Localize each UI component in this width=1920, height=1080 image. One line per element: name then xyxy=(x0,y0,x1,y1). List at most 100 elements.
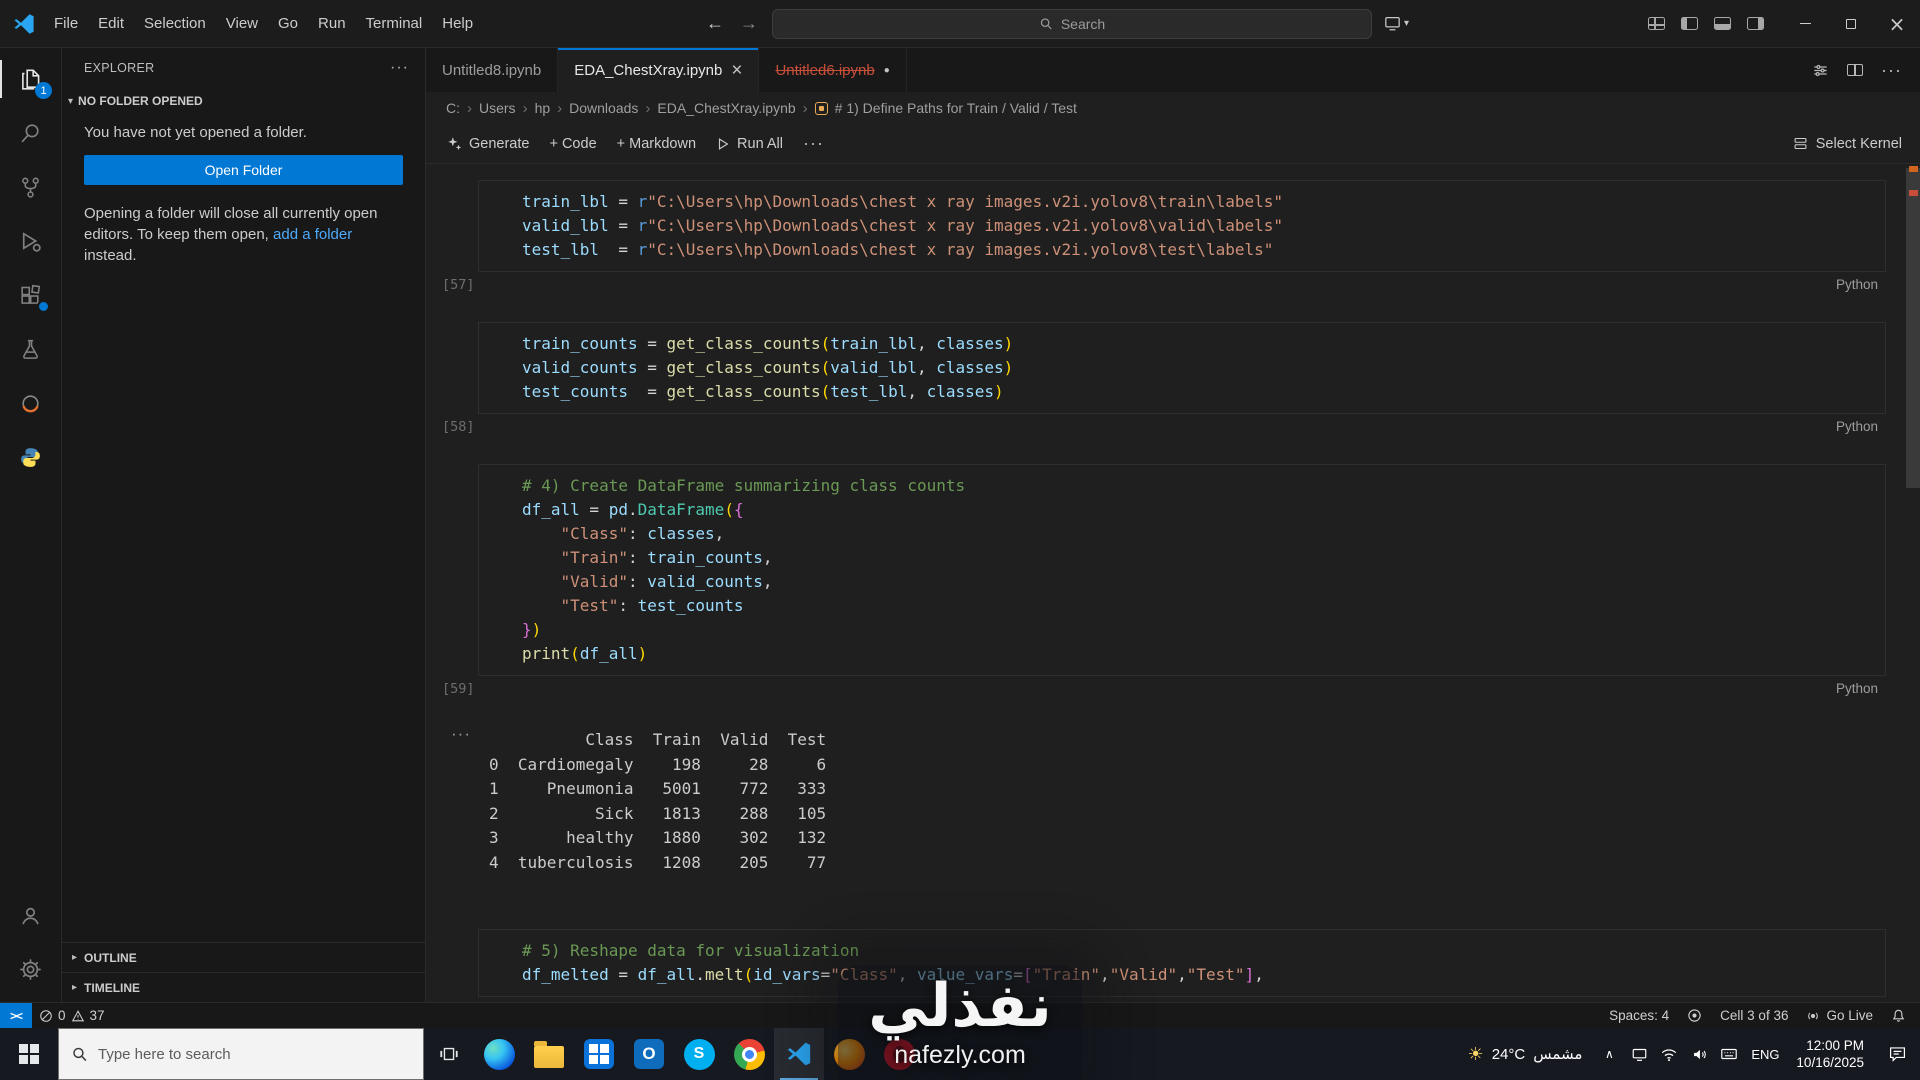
taskbar-app-vscode[interactable] xyxy=(774,1028,824,1080)
taskbar-clock[interactable]: 12:00 PM 10/16/2025 xyxy=(1786,1028,1874,1080)
menu-go[interactable]: Go xyxy=(268,0,308,47)
weather-widget[interactable]: ☀ 24°C مشمس xyxy=(1456,1028,1595,1080)
menu-run[interactable]: Run xyxy=(308,0,356,47)
toggle-primary-sidebar-icon[interactable] xyxy=(1681,17,1698,30)
more-actions-icon[interactable]: ··· xyxy=(1881,60,1902,81)
forward-arrow-icon[interactable]: → xyxy=(738,13,760,34)
add-folder-link[interactable]: add a folder xyxy=(273,226,352,243)
tab-eda-chestxray[interactable]: EDA_ChestXray.ipynb × xyxy=(558,48,760,92)
activitybar-python[interactable] xyxy=(0,430,61,484)
tab-untitled8[interactable]: Untitled8.ipynb xyxy=(426,48,559,92)
sidebar-more-actions-icon[interactable]: ··· xyxy=(390,59,409,77)
taskbar-search-input[interactable] xyxy=(98,1045,411,1063)
cell-editor[interactable]: # 4) Create DataFrame summarizing class … xyxy=(478,464,1886,676)
taskbar-app-chrome[interactable] xyxy=(724,1028,774,1080)
cell-language-indicator[interactable]: Python xyxy=(1836,277,1878,292)
store-icon xyxy=(584,1039,614,1069)
menu-terminal[interactable]: Terminal xyxy=(356,0,433,47)
go-live-button[interactable]: Go Live xyxy=(1806,1008,1873,1023)
minimize-button[interactable] xyxy=(1782,0,1828,48)
language-indicator[interactable]: ENG xyxy=(1744,1028,1786,1080)
add-code-button[interactable]: + Code xyxy=(540,130,605,158)
tab-close-icon[interactable]: × xyxy=(731,61,742,80)
section-no-folder-opened[interactable]: ▾ NO FOLDER OPENED xyxy=(62,88,425,114)
remote-indicator[interactable]: >< xyxy=(0,1003,32,1028)
taskbar-app-skype[interactable]: S xyxy=(674,1028,724,1080)
toolbar-more-button[interactable]: ··· xyxy=(794,130,833,158)
output-gutter-icon[interactable]: ··· xyxy=(451,724,471,744)
open-folder-button[interactable]: Open Folder xyxy=(84,155,403,185)
notebook-toolbar: Generate + Code + Markdown Run All ··· S… xyxy=(426,124,1920,164)
watermark: نفذلي nafezly.com xyxy=(838,965,1082,1080)
run-all-button[interactable]: Run All xyxy=(707,130,792,158)
action-center-button[interactable] xyxy=(1874,1028,1920,1080)
menu-view[interactable]: View xyxy=(216,0,268,47)
cell-position-indicator[interactable]: Cell 3 of 36 xyxy=(1720,1008,1788,1023)
menu-selection[interactable]: Selection xyxy=(134,0,216,47)
display-tray-icon[interactable] xyxy=(1624,1028,1654,1080)
start-button[interactable] xyxy=(0,1028,58,1080)
tab-untitled6[interactable]: Untitled6.ipynb ● xyxy=(759,48,907,92)
modified-dot-icon[interactable]: ● xyxy=(884,65,890,76)
menu-file[interactable]: File xyxy=(44,0,88,47)
run-debug-icon xyxy=(22,231,41,252)
show-hidden-icons-button[interactable]: ∧ xyxy=(1594,1028,1624,1080)
cell-language-indicator[interactable]: Python xyxy=(1836,681,1878,696)
taskbar-app-store[interactable] xyxy=(574,1028,624,1080)
toggle-panel-icon[interactable] xyxy=(1714,17,1731,30)
output-line: 3 healthy 1880 302 132 xyxy=(489,828,827,847)
outline-section[interactable]: ▸ OUTLINE xyxy=(62,942,425,972)
generate-button[interactable]: Generate xyxy=(438,130,538,158)
breadcrumb-item[interactable]: Users xyxy=(479,100,516,116)
breadcrumb-item[interactable]: Downloads xyxy=(569,100,638,116)
customize-layout-icon[interactable] xyxy=(1648,17,1665,30)
menu-edit[interactable]: Edit xyxy=(88,0,134,47)
toggle-secondary-sidebar-icon[interactable] xyxy=(1747,17,1764,30)
taskbar-search[interactable] xyxy=(58,1028,424,1080)
select-kernel-button[interactable]: Select Kernel xyxy=(1793,136,1908,152)
activitybar-source-control[interactable] xyxy=(0,160,61,214)
taskbar-app-file-explorer[interactable] xyxy=(524,1028,574,1080)
status-circle-icon[interactable] xyxy=(1687,1008,1702,1023)
problems-indicator[interactable]: 0 37 xyxy=(32,1008,112,1023)
taskbar-app-edge[interactable] xyxy=(474,1028,524,1080)
activitybar-extensions[interactable] xyxy=(0,268,61,322)
cell-editor[interactable]: # 5) Reshape data for visualization df_me… xyxy=(478,929,1886,997)
settings-sliders-icon[interactable] xyxy=(1812,62,1829,79)
indent-indicator[interactable]: Spaces: 4 xyxy=(1609,1008,1669,1023)
split-editor-icon[interactable] xyxy=(1847,64,1864,76)
command-center-search[interactable]: Search xyxy=(772,8,1373,39)
close-button[interactable]: × xyxy=(1874,0,1920,48)
activitybar-settings[interactable] xyxy=(0,942,61,996)
activitybar-search[interactable] xyxy=(0,106,61,160)
activitybar-accounts[interactable] xyxy=(0,888,61,942)
network-tray-icon[interactable] xyxy=(1654,1028,1684,1080)
breadcrumb-item[interactable]: C: xyxy=(446,100,460,116)
breadcrumb-item[interactable]: EDA_ChestXray.ipynb xyxy=(657,100,795,116)
task-view-button[interactable] xyxy=(424,1028,474,1080)
activitybar-jupyter[interactable] xyxy=(0,376,61,430)
add-markdown-button[interactable]: + Markdown xyxy=(608,130,705,158)
tab-label: Untitled6.ipynb xyxy=(775,61,875,79)
taskbar-app-outlook[interactable]: O xyxy=(624,1028,674,1080)
activitybar-explorer[interactable]: 1 xyxy=(0,52,61,106)
code-line: # 5) Reshape data for visualization xyxy=(522,941,860,960)
cell-editor[interactable]: train_counts = get_class_counts(train_lb… xyxy=(478,322,1886,414)
activitybar-run-debug[interactable] xyxy=(0,214,61,268)
breadcrumb-cell-item[interactable]: # 1) Define Paths for Train / Valid / Te… xyxy=(835,100,1077,116)
back-arrow-icon[interactable]: ← xyxy=(704,13,726,34)
maximize-button[interactable] xyxy=(1828,0,1874,48)
touch-keyboard-tray-icon[interactable] xyxy=(1714,1028,1744,1080)
bell-icon[interactable] xyxy=(1891,1008,1906,1023)
editor-scrollbar[interactable] xyxy=(1906,168,1920,488)
timeline-section[interactable]: ▸ TIMELINE xyxy=(62,972,425,1002)
go-live-label: Go Live xyxy=(1826,1008,1873,1023)
breadcrumb-item[interactable]: hp xyxy=(535,100,551,116)
open-remote-control[interactable]: ▾ xyxy=(1384,16,1409,31)
volume-tray-icon[interactable] xyxy=(1684,1028,1714,1080)
activitybar-testing[interactable] xyxy=(0,322,61,376)
cell-editor[interactable]: train_lbl = r"C:\Users\hp\Downloads\ches… xyxy=(478,180,1886,272)
menu-help[interactable]: Help xyxy=(432,0,483,47)
outline-label: OUTLINE xyxy=(84,950,137,965)
cell-language-indicator[interactable]: Python xyxy=(1836,419,1878,434)
